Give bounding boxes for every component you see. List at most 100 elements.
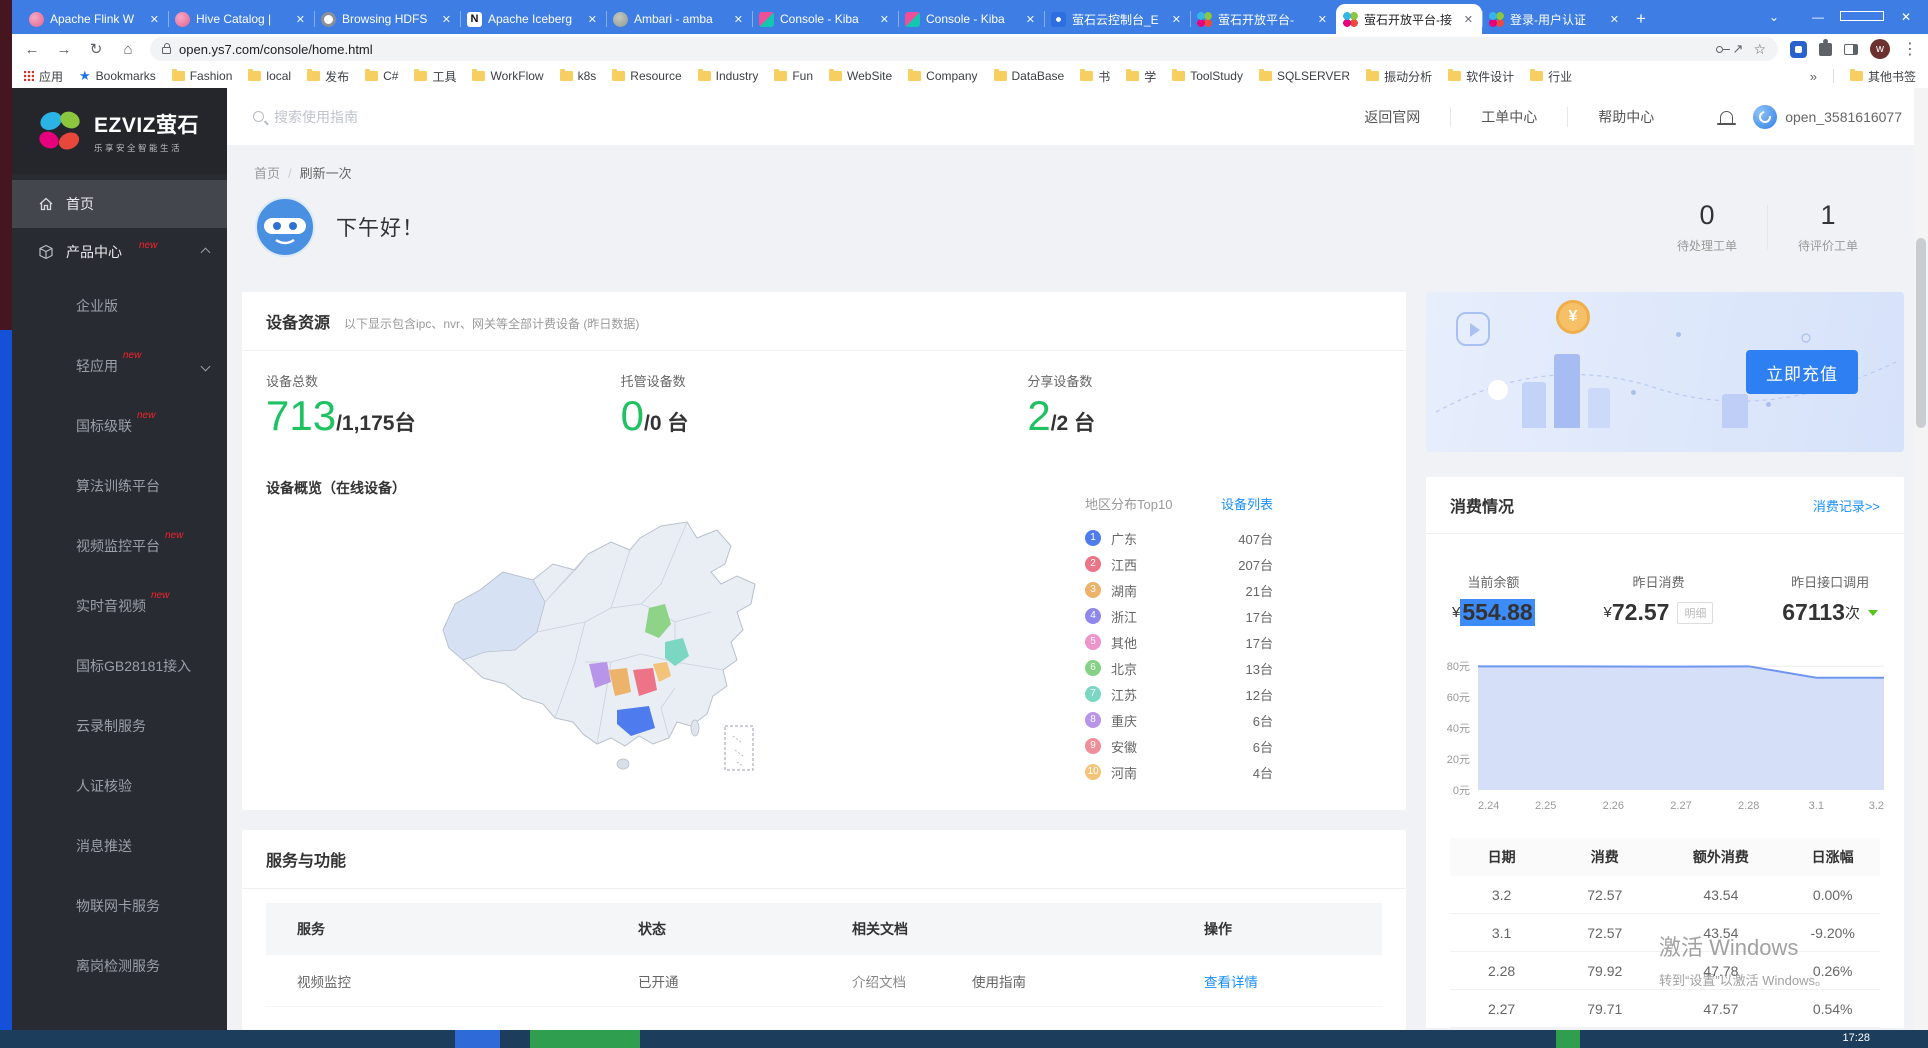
window-maximize-button[interactable] — [1840, 0, 1884, 34]
tab-kibana-1[interactable]: Console - Kiba✕ — [752, 4, 898, 34]
back-button[interactable]: ← — [22, 41, 42, 58]
tab-ambari[interactable]: Ambari - amba✕ — [606, 4, 752, 34]
tab-close-icon[interactable]: ✕ — [148, 13, 161, 26]
username[interactable]: open_3581616077 — [1785, 109, 1902, 125]
sidebar-item-product-center[interactable]: 产品中心 new — [12, 228, 227, 276]
sidebar-item-absence-detect[interactable]: 离岗检测服务 — [12, 936, 227, 996]
sidebar-item-algo-training[interactable]: 算法训练平台 — [12, 456, 227, 516]
bookmark-folder[interactable]: 学 — [1126, 68, 1156, 85]
tab-ezviz-open-1[interactable]: 萤石开放平台-✕ — [1190, 4, 1336, 34]
tab-close-icon[interactable]: ✕ — [440, 13, 453, 26]
password-key-icon[interactable] — [1716, 46, 1723, 53]
sidebar-item-message-push[interactable]: 消息推送 — [12, 816, 227, 876]
page-scrollbar[interactable] — [1914, 88, 1928, 1030]
bookmark-folder[interactable]: WebSite — [829, 69, 892, 83]
link-help-center[interactable]: 帮助中心 — [1567, 107, 1684, 127]
tab-close-icon[interactable]: ✕ — [294, 13, 307, 26]
bookmarks-overflow-icon[interactable]: » — [1810, 69, 1817, 84]
bookmark-item-bookmarks[interactable]: ★Bookmarks — [79, 68, 156, 84]
forward-button[interactable]: → — [54, 41, 74, 58]
tab-ys-console[interactable]: 萤石云控制台_E✕ — [1044, 4, 1190, 34]
new-tab-button[interactable]: + — [1636, 9, 1646, 29]
link-ticket-center[interactable]: 工单中心 — [1450, 107, 1567, 127]
link-official-site[interactable]: 返回官网 — [1334, 107, 1450, 127]
tab-close-icon[interactable]: ✕ — [1024, 13, 1037, 26]
address-bar[interactable]: open.ys7.com/console/home.html ↗ ☆ — [150, 37, 1778, 61]
tab-close-icon[interactable]: ✕ — [1170, 13, 1183, 26]
pending-workorders[interactable]: 0 待处理工单 — [1647, 200, 1767, 254]
bookmark-star-icon[interactable]: ☆ — [1753, 41, 1766, 58]
sidebar-item-id-verify[interactable]: 人证核验 — [12, 756, 227, 816]
windows-taskbar[interactable]: 17:28 — [0, 1030, 1928, 1048]
bookmark-folder[interactable]: k8s — [560, 69, 597, 83]
chevron-up-icon[interactable] — [201, 247, 211, 257]
bookmark-folder[interactable]: 行业 — [1530, 68, 1572, 85]
sidebar-item-enterprise[interactable]: 企业版 — [12, 276, 227, 336]
tab-close-icon[interactable]: ✕ — [1316, 13, 1329, 26]
bookmark-folder[interactable]: 工具 — [414, 68, 456, 85]
apps-shortcut[interactable]: 应用 — [24, 68, 63, 85]
service-doc-guide[interactable]: 使用指南 — [972, 971, 1204, 991]
sidebar-item-light-app[interactable]: 轻应用new — [12, 336, 227, 396]
caret-down-icon[interactable] — [1868, 610, 1878, 616]
bookmark-folder[interactable]: C# — [365, 69, 398, 83]
sidebar-item-gb28181[interactable]: 国标GB28181接入 — [12, 636, 227, 696]
bookmark-folder[interactable]: Industry — [698, 69, 759, 83]
bookmark-folder[interactable]: 书 — [1080, 68, 1110, 85]
bookmark-folder[interactable]: 振动分析 — [1366, 68, 1432, 85]
breadcrumb-home[interactable]: 首页 — [254, 166, 280, 181]
window-close-button[interactable]: ✕ — [1884, 0, 1928, 34]
sidebar-item-cloud-record[interactable]: 云录制服务 — [12, 696, 227, 756]
tab-login-auth[interactable]: 登录-用户认证✕ — [1482, 4, 1628, 34]
sidebar-item-iot-card[interactable]: 物联网卡服务 — [12, 876, 227, 936]
tab-kibana-2[interactable]: Console - Kiba✕ — [898, 4, 1044, 34]
detail-button[interactable]: 明细 — [1677, 602, 1713, 624]
bookmark-folder[interactable]: local — [248, 69, 291, 83]
other-bookmarks[interactable]: 其他书签 — [1850, 68, 1916, 85]
scrollbar-thumb[interactable] — [1916, 238, 1926, 428]
tab-search-icon[interactable]: ⌄ — [1752, 0, 1796, 34]
bookmark-folder[interactable]: SQLSERVER — [1259, 69, 1350, 83]
tab-browsing-hdfs[interactable]: Browsing HDFS✕ — [314, 4, 460, 34]
bookmark-folder[interactable]: Fashion — [172, 69, 233, 83]
share-icon[interactable]: ↗ — [1733, 41, 1744, 57]
chevron-down-icon[interactable] — [201, 361, 211, 371]
bookmark-folder[interactable]: 软件设计 — [1448, 68, 1514, 85]
service-doc-intro[interactable]: 介绍文档 — [852, 971, 972, 991]
taskbar-app-highlight[interactable] — [455, 1030, 500, 1048]
sidebar-item-video-platform[interactable]: 视频监控平台new — [12, 516, 227, 576]
tab-close-icon[interactable]: ✕ — [878, 13, 891, 26]
sidebar-item-gb-cascade[interactable]: 国标级联new — [12, 396, 227, 456]
browser-profile-avatar[interactable]: w — [1870, 39, 1890, 59]
avatar[interactable] — [1753, 105, 1777, 129]
search-input[interactable]: 搜索使用指南 — [253, 107, 358, 127]
sidebar-item-rtc[interactable]: 实时音视频new — [12, 576, 227, 636]
bookmark-folder[interactable]: DataBase — [994, 69, 1065, 83]
bookmark-folder[interactable]: WorkFlow — [472, 69, 543, 83]
bookmark-folder[interactable]: ToolStudy — [1172, 69, 1243, 83]
home-button[interactable]: ⌂ — [118, 41, 138, 58]
tab-close-icon[interactable]: ✕ — [732, 13, 745, 26]
browser-menu-kebab-icon[interactable]: ⋮ — [1902, 39, 1918, 59]
bookmark-folder[interactable]: 发布 — [307, 68, 349, 85]
tab-close-icon[interactable]: ✕ — [586, 13, 599, 26]
recharge-button[interactable]: 立即充值 — [1746, 350, 1858, 394]
service-detail-link[interactable]: 查看详情 — [1204, 971, 1382, 991]
reload-button[interactable]: ↻ — [86, 40, 106, 58]
extension-badge-icon[interactable] — [1790, 41, 1807, 58]
bookmark-folder[interactable]: Company — [908, 69, 977, 83]
bell-icon[interactable] — [1720, 111, 1733, 123]
taskbar-app-highlight[interactable] — [530, 1030, 640, 1048]
window-minimize-button[interactable]: — — [1796, 0, 1840, 34]
taskbar-tray-icon[interactable] — [1556, 1030, 1580, 1048]
tab-apache-iceberg[interactable]: Apache Iceberg✕ — [460, 4, 606, 34]
sidebar-item-home[interactable]: 首页 — [12, 180, 227, 228]
tab-hive-catalog[interactable]: Hive Catalog |✕ — [168, 4, 314, 34]
consumption-records-link[interactable]: 消费记录>> — [1813, 496, 1880, 515]
device-list-link[interactable]: 设备列表 — [1221, 494, 1273, 513]
brand-logo[interactable]: EZVIZ萤石 乐享安全智能生活 — [12, 88, 227, 174]
rated-workorders[interactable]: 1 待评价工单 — [1768, 200, 1888, 254]
tab-close-icon[interactable]: ✕ — [1608, 13, 1621, 26]
tab-ezviz-open-active[interactable]: 萤石开放平台-接✕ — [1336, 4, 1482, 34]
tab-apache-flink[interactable]: Apache Flink W✕ — [22, 4, 168, 34]
